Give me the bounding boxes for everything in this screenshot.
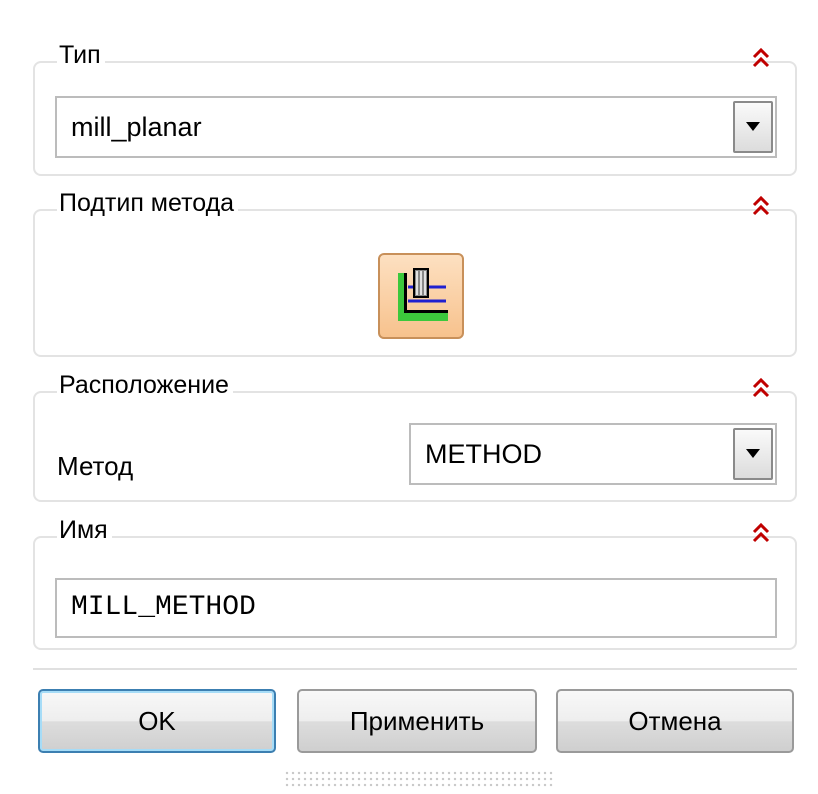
resize-grip[interactable] [284,770,554,788]
dropdown-button[interactable] [733,101,773,153]
dropdown-button[interactable] [733,428,773,480]
apply-button[interactable]: Применить [297,689,537,753]
method-select[interactable]: METHOD [409,423,777,485]
type-select[interactable]: mill_planar [55,96,777,158]
subtype-group-title: Подтип метода [57,188,239,218]
name-group: Имя MILL_METHOD [33,515,797,650]
method-label: Метод [57,451,134,481]
type-select-value: mill_planar [71,112,202,142]
location-group-title: Расположение [57,370,233,400]
double-chevron-up-icon[interactable] [751,47,771,69]
cancel-button[interactable]: Отмена [556,689,794,753]
type-group-title: Тип [57,40,105,70]
mill-planar-method-button[interactable] [378,253,464,339]
name-input[interactable]: MILL_METHOD [55,578,777,638]
location-group: Расположение Метод METHOD [33,370,797,502]
divider [33,668,797,670]
double-chevron-up-icon[interactable] [751,522,771,544]
double-chevron-up-icon[interactable] [751,195,771,217]
subtype-group: Подтип метода [33,188,797,357]
ok-button[interactable]: OK [38,689,276,753]
method-select-value: METHOD [425,439,542,469]
name-group-title: Имя [57,515,112,545]
chevron-down-icon [746,449,760,458]
chevron-down-icon [746,122,760,131]
create-method-dialog: Тип mill_planar Подтип метода Расположен… [0,0,818,794]
mill-planar-method-icon [398,268,448,321]
double-chevron-up-icon[interactable] [751,377,771,399]
type-group: Тип mill_planar [33,40,797,176]
